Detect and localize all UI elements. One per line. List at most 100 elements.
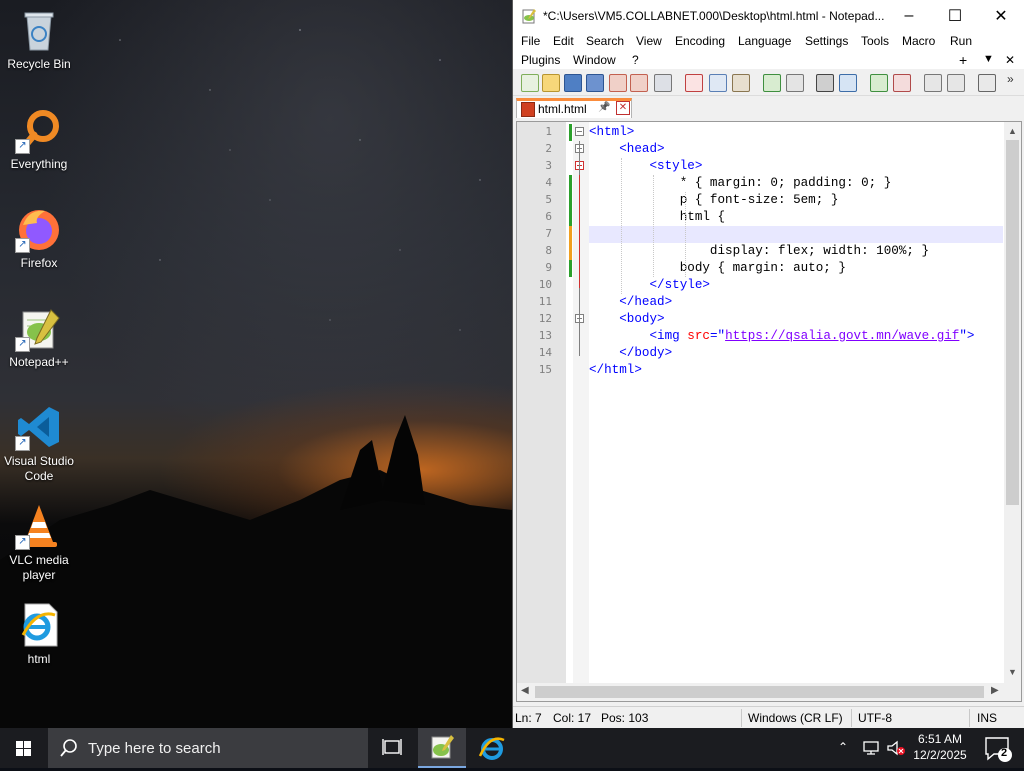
code-line[interactable]: <head> (589, 141, 1003, 158)
sync-horizontal-icon[interactable] (947, 74, 965, 92)
code-line[interactable]: </head> (589, 294, 1003, 311)
close-all-icon[interactable] (630, 74, 648, 92)
menu-file[interactable]: File (521, 34, 540, 48)
zoom-out-icon[interactable] (893, 74, 911, 92)
code-link[interactable]: https://qsalia.govt.mn/wave.gif (725, 329, 959, 343)
tab-html-html[interactable]: html.html 📌 ✕ (516, 98, 632, 118)
code-line[interactable]: display: flex; width: 100%; } (589, 243, 1003, 260)
desktop-icon-vlc[interactable]: ↗ VLC media player (2, 496, 76, 583)
menu-run[interactable]: Run (950, 34, 972, 48)
code-line[interactable]: <img src="https://qsalia.govt.mn/wave.gi… (589, 328, 1003, 345)
code-line[interactable]: <html> (589, 124, 1003, 141)
taskbar-notepad-plus-plus[interactable] (418, 728, 466, 768)
line-number: 2 (545, 142, 552, 155)
menu-encoding[interactable]: Encoding (675, 34, 725, 48)
code-line[interactable]: body { margin: auto; } (589, 260, 1003, 277)
scroll-left-icon[interactable]: ◀ (521, 685, 529, 696)
desktop-icon-html-file[interactable]: html (2, 595, 76, 667)
code-line[interactable]: <body> (589, 311, 1003, 328)
tab-list-dropdown-button[interactable]: ▼ (983, 53, 994, 65)
indent-guide (621, 158, 622, 294)
menu-search[interactable]: Search (586, 34, 624, 48)
maximize-button[interactable]: ☐ (932, 0, 978, 31)
toolbar-overflow-icon[interactable]: » (1007, 72, 1014, 86)
undo-icon[interactable] (763, 74, 781, 92)
minimize-button[interactable]: – (886, 0, 932, 31)
pin-tab-icon[interactable]: 📌 (598, 102, 610, 113)
new-tab-plus-button[interactable]: + (959, 52, 967, 68)
title-bar[interactable]: *C:\Users\VM5.COLLABNET.000\Desktop\html… (513, 0, 1024, 31)
code-line[interactable]: * { margin: 0; padding: 0; } (589, 175, 1003, 192)
desktop-icon-recycle-bin[interactable]: Recycle Bin (2, 0, 76, 72)
desktop-icon-vscode[interactable]: ↗ Visual Studio Code (2, 397, 76, 484)
menu-help[interactable]: ? (632, 53, 639, 67)
menu-language[interactable]: Language (738, 34, 791, 48)
close-document-button[interactable]: ✕ (1005, 53, 1015, 67)
copy-icon[interactable] (709, 74, 727, 92)
change-marker (569, 226, 572, 260)
scroll-up-icon[interactable]: ▲ (1008, 126, 1017, 136)
cut-icon[interactable] (685, 74, 703, 92)
code-line[interactable]: </html> (589, 362, 1003, 379)
menu-view[interactable]: View (636, 34, 662, 48)
menu-settings[interactable]: Settings (805, 34, 848, 48)
redo-icon[interactable] (786, 74, 804, 92)
find-icon[interactable] (816, 74, 834, 92)
open-file-icon[interactable] (542, 74, 560, 92)
horizontal-scroll-thumb[interactable] (535, 686, 984, 698)
code-token: body { margin: auto; } (679, 261, 846, 275)
show-hidden-icons-chevron-icon[interactable]: ⌃ (838, 740, 848, 754)
print-icon[interactable] (654, 74, 672, 92)
horizontal-scrollbar[interactable]: ◀ ▶ (517, 683, 1021, 701)
code-editor[interactable]: 1 2 3 4 5 6 7 8 9 10 11 12 13 14 15 <html> <head> <sty… (516, 121, 1022, 702)
zoom-in-icon[interactable] (870, 74, 888, 92)
code-line[interactable] (589, 226, 1003, 243)
code-line[interactable]: </style> (589, 277, 1003, 294)
vertical-scroll-thumb[interactable] (1006, 140, 1019, 505)
desktop-icon-notepad-plus-plus[interactable]: ↗ Notepad++ (2, 298, 76, 370)
code-token: <img (649, 329, 688, 343)
unsaved-file-icon (521, 102, 535, 117)
close-tab-icon[interactable]: ✕ (616, 101, 630, 115)
sync-vertical-icon[interactable] (924, 74, 942, 92)
word-wrap-icon[interactable] (978, 74, 996, 92)
save-all-icon[interactable] (586, 74, 604, 92)
clock-date: 12/2/2025 (913, 748, 967, 762)
menu-edit[interactable]: Edit (553, 34, 574, 48)
taskbar-internet-explorer[interactable] (468, 728, 516, 768)
code-line[interactable]: </body> (589, 345, 1003, 362)
close-file-icon[interactable] (609, 74, 627, 92)
volume-muted-icon[interactable] (886, 740, 906, 756)
task-view-button[interactable] (368, 728, 416, 768)
fold-toggle-icon[interactable] (575, 127, 584, 136)
status-encoding[interactable]: UTF-8 (858, 711, 892, 725)
desktop-icon-firefox[interactable]: ↗ Firefox (2, 199, 76, 271)
menu-plugins[interactable]: Plugins (521, 53, 560, 67)
network-icon[interactable] (862, 740, 880, 756)
scroll-down-icon[interactable]: ▼ (1008, 667, 1017, 677)
desktop-icon-everything[interactable]: ↗ Everything (2, 100, 76, 172)
code-line[interactable]: p { font-size: 5em; } (589, 192, 1003, 209)
status-insert-mode[interactable]: INS (977, 711, 997, 725)
scroll-right-icon[interactable]: ▶ (991, 685, 999, 696)
code-line[interactable]: <style> (589, 158, 1003, 175)
action-center-button[interactable]: 2 (978, 728, 1024, 768)
start-button[interactable] (0, 728, 48, 768)
menu-window[interactable]: Window (573, 53, 616, 67)
fold-margin[interactable] (573, 122, 589, 683)
paste-icon[interactable] (732, 74, 750, 92)
taskbar-search-box[interactable]: Type here to search (48, 728, 368, 768)
code-line[interactable]: html { (589, 209, 1003, 226)
new-file-icon[interactable] (521, 74, 539, 92)
replace-icon[interactable] (839, 74, 857, 92)
desktop-icon-label: html (27, 652, 51, 666)
status-eol-format[interactable]: Windows (CR LF) (748, 711, 843, 725)
save-icon[interactable] (564, 74, 582, 92)
clock[interactable]: 6:51 AM 12/2/2025 (909, 731, 971, 763)
menu-macro[interactable]: Macro (902, 34, 935, 48)
menu-tools[interactable]: Tools (861, 34, 889, 48)
close-button[interactable]: ✕ (978, 0, 1024, 31)
code-area[interactable]: <html> <head> <style> * { margin: 0; pad… (589, 122, 1003, 683)
vertical-scrollbar[interactable]: ▲ ▼ (1004, 122, 1021, 683)
